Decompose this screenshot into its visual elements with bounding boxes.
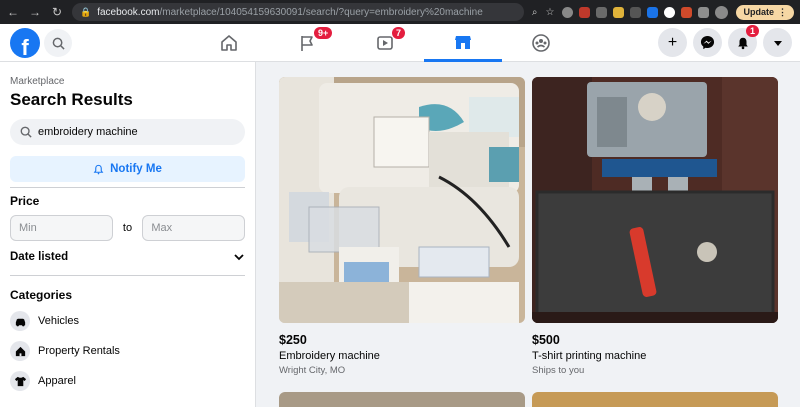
extension-icon[interactable] [562, 6, 574, 18]
update-label: Update [743, 7, 774, 17]
messenger-button[interactable] [693, 28, 722, 57]
listing-title[interactable]: Embroidery machine [279, 350, 525, 362]
notify-me-button[interactable]: Notify Me [10, 156, 245, 182]
reload-icon[interactable]: ↻ [50, 5, 64, 19]
categories-title: Categories [10, 288, 73, 302]
chevron-down-icon [234, 254, 244, 261]
bookmark-star-icon[interactable]: ☆ [546, 7, 555, 18]
groups-icon [532, 34, 550, 52]
update-button[interactable]: Update ⋮ [736, 4, 794, 20]
category-apparel[interactable]: Apparel [10, 371, 245, 391]
tab-groups[interactable] [502, 24, 580, 62]
listing-card[interactable]: $250 Embroidery machine Wright City, MO [279, 77, 525, 376]
tab-home[interactable] [190, 24, 268, 62]
shirt-icon [10, 371, 30, 391]
logo-letter: f [21, 35, 29, 58]
date-listed-label: Date listed [10, 251, 69, 263]
listing-card[interactable]: $500 T-shirt printing machine Ships to y… [532, 77, 778, 376]
extension-icon[interactable] [579, 6, 591, 18]
date-listed-dropdown[interactable]: Date listed [10, 251, 245, 263]
min-price-input[interactable]: Min [10, 215, 113, 241]
url-host: facebook.com [97, 6, 160, 18]
listing-photo-embroidery-machine[interactable] [279, 77, 525, 323]
listing-photo-partial[interactable] [532, 392, 778, 407]
url-path: /marketplace/104054159630091/search/?que… [159, 6, 483, 18]
puzzle-icon[interactable] [698, 6, 710, 18]
bell-icon [93, 164, 104, 174]
extension-icon[interactable] [613, 6, 625, 18]
bell-icon [737, 37, 748, 49]
search-button[interactable] [44, 29, 72, 57]
caret-down-icon [773, 40, 782, 46]
divider [10, 275, 245, 276]
marketplace-icon [455, 35, 471, 49]
listing-title[interactable]: T-shirt printing machine [532, 350, 778, 362]
listing-photo-partial[interactable] [279, 392, 525, 407]
nav-tabs: 9+ 7 [190, 24, 580, 62]
lock-icon: 🔒 [80, 6, 92, 17]
pages-badge: 9+ [314, 27, 333, 39]
notify-label: Notify Me [110, 163, 162, 175]
facebook-logo[interactable]: f [10, 28, 40, 58]
divider [10, 187, 245, 188]
home-icon [221, 35, 237, 51]
category-label: Vehicles [38, 315, 79, 327]
address-bar[interactable]: 🔒 facebook.com/marketplace/1040541596300… [72, 3, 524, 21]
messenger-icon [700, 35, 715, 50]
max-price-input[interactable]: Max [142, 215, 245, 241]
category-property-rentals[interactable]: Property Rentals [10, 341, 245, 361]
category-label: Apparel [38, 375, 76, 387]
sidebar: Marketplace Search Results embroidery ma… [0, 62, 256, 407]
car-icon [10, 311, 30, 331]
search-icon [20, 126, 32, 138]
extension-icon[interactable] [681, 6, 693, 18]
tab-pages[interactable]: 9+ [268, 24, 346, 62]
extension-icon[interactable] [664, 6, 676, 18]
breadcrumb[interactable]: Marketplace [10, 76, 245, 87]
watch-badge: 7 [392, 27, 406, 39]
house-icon [10, 341, 30, 361]
notifications-badge: 1 [745, 25, 759, 37]
plus-icon: + [667, 33, 678, 51]
listing-price: $500 [532, 333, 560, 347]
listing-location: Ships to you [532, 365, 585, 376]
more-vert-icon: ⋮ [778, 6, 787, 17]
to-label: to [122, 222, 133, 234]
price-label: Price [10, 194, 40, 208]
listing-price: $250 [279, 333, 307, 347]
search-value: embroidery machine [38, 126, 138, 138]
page-title: Search Results [10, 90, 133, 109]
listing-location: Wright City, MO [279, 365, 346, 376]
category-vehicles[interactable]: Vehicles [10, 311, 245, 331]
profile-avatar[interactable] [715, 5, 729, 19]
browser-toolbar: ← → ↻ 🔒 facebook.com/marketplace/1040541… [0, 0, 800, 24]
forward-icon[interactable]: → [28, 5, 42, 19]
account-menu-button[interactable] [763, 28, 792, 57]
search-input[interactable]: embroidery machine [10, 119, 245, 145]
facebook-header: f 9+ 7 + 1 [0, 24, 800, 62]
zoom-icon[interactable]: ⌕ [532, 7, 538, 18]
create-button[interactable]: + [658, 28, 687, 57]
tab-marketplace[interactable] [424, 24, 502, 62]
extension-icon[interactable] [647, 6, 659, 18]
notifications-button[interactable]: 1 [728, 25, 759, 57]
extension-icon[interactable] [630, 6, 642, 18]
search-icon [52, 37, 65, 50]
listing-photo-tshirt-printing-machine[interactable] [532, 77, 778, 323]
back-icon[interactable]: ← [6, 5, 20, 19]
category-label: Property Rentals [38, 345, 120, 357]
tab-watch[interactable]: 7 [346, 24, 424, 62]
extension-icon[interactable] [596, 6, 608, 18]
